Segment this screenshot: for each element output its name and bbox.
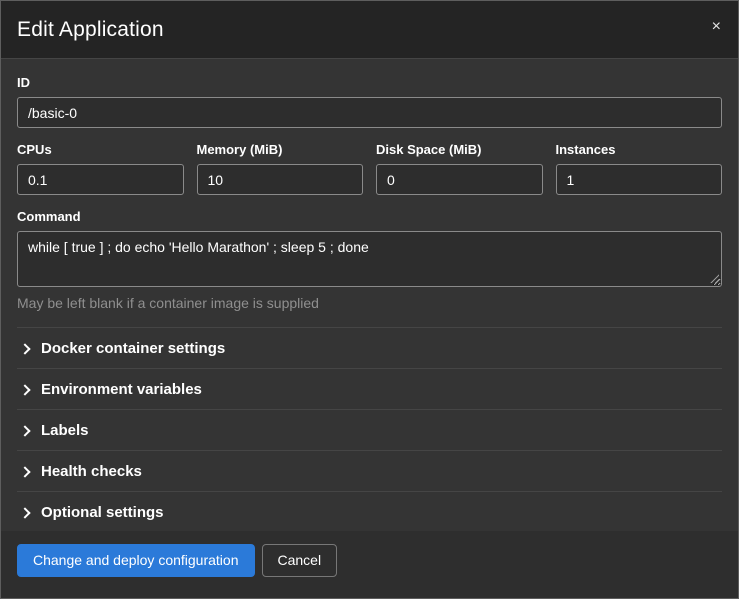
section-label: Health checks <box>41 463 142 480</box>
change-and-deploy-button[interactable]: Change and deploy configuration <box>17 544 255 577</box>
section-label: Optional settings <box>41 504 164 521</box>
modal-header: Edit Application × <box>1 1 738 59</box>
cancel-button[interactable]: Cancel <box>262 544 338 577</box>
id-input[interactable] <box>17 97 722 128</box>
chevron-right-icon <box>19 507 30 518</box>
memory-label: Memory (MiB) <box>197 142 364 157</box>
command-textarea[interactable]: while [ true ] ; do echo 'Hello Marathon… <box>17 231 722 287</box>
section-labels[interactable]: Labels <box>17 409 722 450</box>
disk-space-label: Disk Space (MiB) <box>376 142 543 157</box>
collapsible-sections: Docker container settings Environment va… <box>17 327 722 531</box>
resources-row: CPUs Memory (MiB) Disk Space (MiB) Insta… <box>17 128 722 195</box>
chevron-right-icon <box>19 425 30 436</box>
section-label: Docker container settings <box>41 340 225 357</box>
command-field-group: Command while [ true ] ; do echo 'Hello … <box>17 195 722 327</box>
section-docker-container-settings[interactable]: Docker container settings <box>17 327 722 368</box>
edit-application-modal: Edit Application × ID CPUs Memory (MiB) … <box>0 0 739 599</box>
section-environment-variables[interactable]: Environment variables <box>17 368 722 409</box>
cpus-field-group: CPUs <box>17 128 184 195</box>
disk-space-input[interactable] <box>376 164 543 195</box>
instances-label: Instances <box>556 142 723 157</box>
modal-body: ID CPUs Memory (MiB) Disk Space (MiB) In… <box>1 59 738 531</box>
command-label: Command <box>17 209 722 224</box>
chevron-right-icon <box>19 343 30 354</box>
cpus-input[interactable] <box>17 164 184 195</box>
command-textarea-wrap: while [ true ] ; do echo 'Hello Marathon… <box>17 231 722 287</box>
command-help-text: May be left blank if a container image i… <box>17 295 722 311</box>
close-icon[interactable]: × <box>708 17 725 37</box>
disk-space-field-group: Disk Space (MiB) <box>376 128 543 195</box>
section-label: Environment variables <box>41 381 202 398</box>
memory-input[interactable] <box>197 164 364 195</box>
modal-title: Edit Application <box>17 18 722 42</box>
modal-footer: Change and deploy configuration Cancel <box>1 531 738 598</box>
memory-field-group: Memory (MiB) <box>197 128 364 195</box>
section-label: Labels <box>41 422 89 439</box>
id-field-group: ID <box>17 61 722 128</box>
chevron-right-icon <box>19 384 30 395</box>
section-health-checks[interactable]: Health checks <box>17 450 722 491</box>
section-optional-settings[interactable]: Optional settings <box>17 491 722 531</box>
chevron-right-icon <box>19 466 30 477</box>
instances-field-group: Instances <box>556 128 723 195</box>
id-label: ID <box>17 75 722 90</box>
instances-input[interactable] <box>556 164 723 195</box>
cpus-label: CPUs <box>17 142 184 157</box>
